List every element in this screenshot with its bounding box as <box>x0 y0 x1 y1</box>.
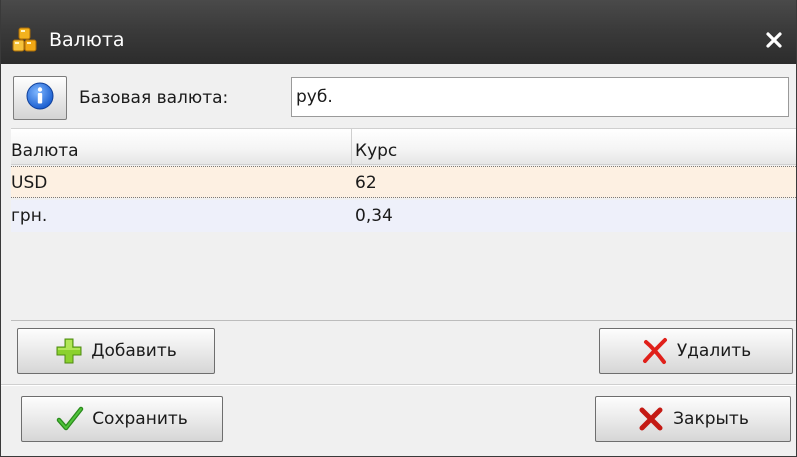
cell-rate[interactable]: 62 <box>355 167 377 199</box>
add-button[interactable]: Добавить <box>17 328 215 374</box>
close-button[interactable]: Закрыть <box>595 396 791 442</box>
base-currency-input[interactable]: руб. <box>291 77 789 117</box>
cell-currency[interactable]: грн. <box>11 200 47 232</box>
delete-x-icon <box>641 337 669 365</box>
currency-window: Валюта Базовая валюта: руб. Валюта Курс … <box>0 0 797 457</box>
window-title: Валюта <box>49 29 125 51</box>
column-header-currency[interactable]: Валюта <box>11 129 79 165</box>
cell-rate[interactable]: 0,34 <box>355 200 393 232</box>
info-icon <box>25 81 55 115</box>
base-currency-label: Базовая валюта: <box>79 88 229 108</box>
plus-icon <box>55 337 83 365</box>
add-button-label: Добавить <box>91 341 177 361</box>
currency-grid[interactable]: Валюта Курс USD 62 грн. 0,34 <box>11 128 796 321</box>
delete-button-label: Удалить <box>676 341 752 361</box>
close-button-label: Закрыть <box>673 409 749 429</box>
close-x-icon <box>637 405 665 433</box>
column-divider[interactable] <box>351 129 352 165</box>
checkmark-icon <box>56 405 84 433</box>
save-button-label: Сохранить <box>92 409 188 429</box>
coins-icon <box>11 26 39 54</box>
table-row[interactable]: грн. 0,34 <box>11 200 796 232</box>
title-bar[interactable]: Валюта <box>1 0 796 64</box>
cell-currency[interactable]: USD <box>11 167 47 199</box>
delete-button[interactable]: Удалить <box>599 328 793 374</box>
grid-border <box>11 320 796 321</box>
table-row[interactable]: USD 62 <box>11 166 796 199</box>
save-button[interactable]: Сохранить <box>21 396 223 442</box>
info-button[interactable] <box>13 76 67 120</box>
close-icon[interactable] <box>764 30 784 50</box>
grid-header: Валюта Курс <box>11 129 796 165</box>
column-header-rate[interactable]: Курс <box>355 129 397 165</box>
separator-highlight <box>1 385 796 386</box>
